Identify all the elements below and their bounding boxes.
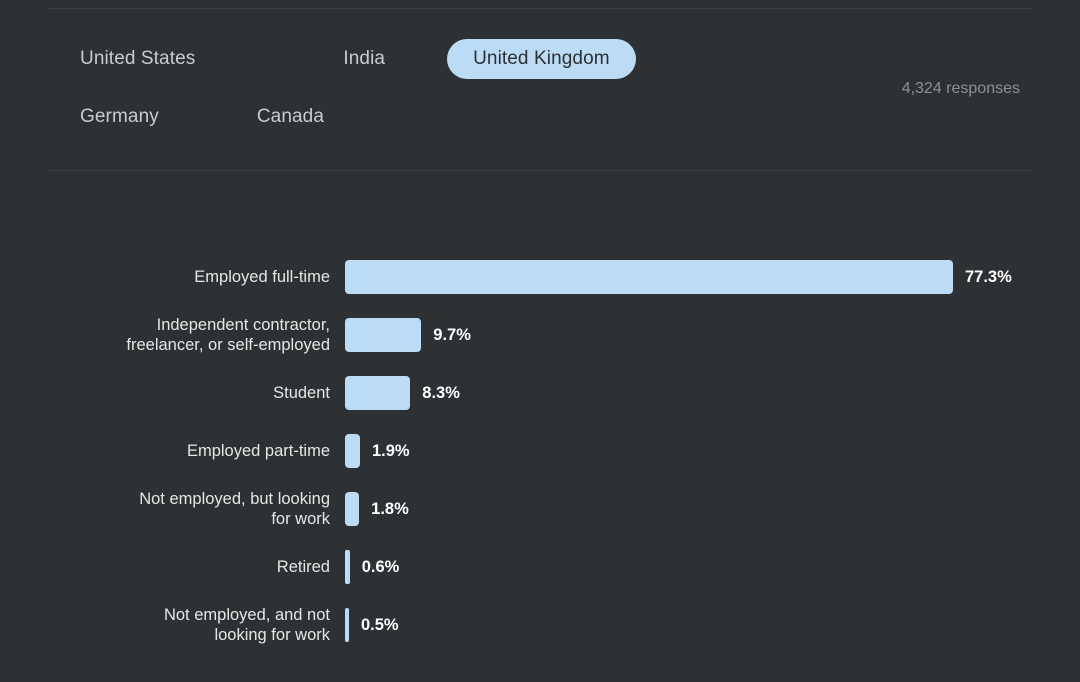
bar-row: Not employed, but looking for work 1.8%	[0, 480, 1080, 538]
bar-track: 1.8%	[345, 480, 1080, 538]
employment-status-chart-panel: United States India United Kingdom Germa…	[0, 0, 1080, 682]
bar-category-label: Employed part-time	[186, 442, 330, 460]
bar-category-label: Not employed, but looking for work	[139, 490, 330, 528]
bar-value-label: 8.3%	[422, 383, 460, 402]
bar-track: 8.3%	[345, 364, 1080, 422]
bar-value-label: 9.7%	[433, 325, 471, 344]
bar-category-label: Independent contractor, freelancer, or s…	[126, 316, 330, 354]
bar-track: 0.6%	[345, 538, 1080, 596]
country-tab-germany[interactable]: Germany	[64, 97, 175, 137]
bar-row: Student 8.3%	[0, 364, 1080, 422]
responses-count: 4,324 responses	[901, 80, 1020, 97]
bar-value-label: 1.9%	[371, 441, 410, 460]
bar-fill[interactable]	[345, 376, 411, 410]
bar-track: 1.9%	[345, 422, 1080, 480]
divider-middle	[48, 170, 1032, 171]
country-tab-india[interactable]: India	[327, 39, 401, 79]
bar-category-label: Retired	[276, 558, 330, 576]
bar-row: Employed part-time 1.9%	[0, 422, 1080, 480]
bar-category-label: Employed full-time	[194, 268, 330, 286]
bar-track: 9.7%	[345, 306, 1080, 364]
country-tab-canada[interactable]: Canada	[241, 97, 340, 137]
bar-fill[interactable]	[345, 434, 360, 468]
country-selector: United States India United Kingdom Germa…	[64, 30, 764, 146]
bar-value-label: 0.6%	[361, 557, 400, 576]
bar-row: Independent contractor, freelancer, or s…	[0, 306, 1080, 364]
bar-value-label: 1.8%	[371, 499, 409, 518]
bar-chart: Employed full-time 77.3% Independent contr…	[0, 248, 1080, 654]
bar-row: Not employed, and not looking for work 0.…	[0, 596, 1080, 654]
country-row-2: Germany Canada	[64, 88, 764, 146]
bar-value-label: 77.3%	[965, 267, 1012, 286]
bar-row: Retired 0.6%	[0, 538, 1080, 596]
bar-track: 0.5%	[345, 596, 1080, 654]
country-tab-united-kingdom[interactable]: United Kingdom	[447, 39, 636, 79]
bar-row: Employed full-time 77.3%	[0, 248, 1080, 306]
divider-top	[48, 8, 1032, 9]
country-row-1: United States India United Kingdom	[64, 30, 764, 88]
bar-value-label: 0.5%	[361, 615, 399, 634]
bar-category-label: Not employed, and not looking for work	[163, 606, 330, 644]
country-tab-united-states[interactable]: United States	[64, 39, 211, 79]
bar-fill[interactable]	[345, 550, 350, 584]
bar-fill[interactable]	[345, 492, 360, 526]
bar-fill[interactable]	[345, 608, 349, 642]
bar-fill[interactable]	[345, 318, 422, 352]
bar-track: 77.3%	[345, 248, 1080, 306]
bar-category-label: Student	[273, 384, 330, 402]
bar-fill[interactable]	[345, 260, 953, 294]
